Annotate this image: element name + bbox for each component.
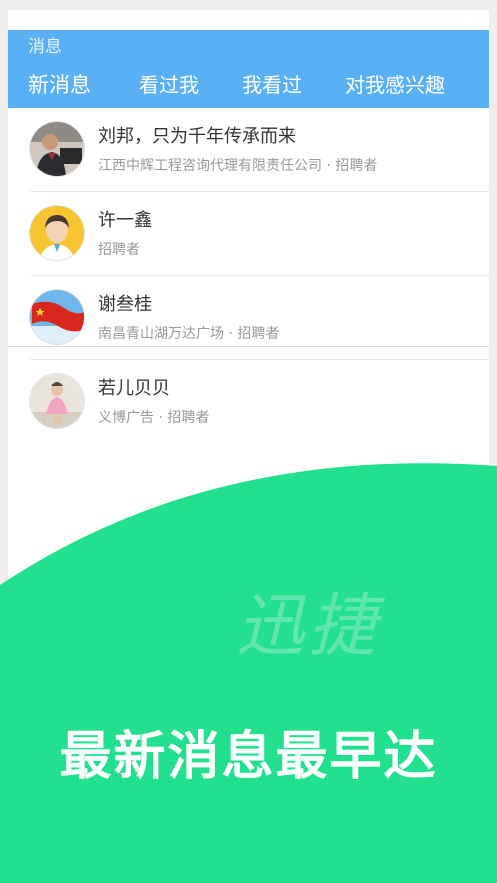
app-header: 消息 新消息 看过我 我看过 对我感兴趣 xyxy=(8,30,489,108)
tab-viewed-me[interactable]: 看过我 xyxy=(139,70,199,100)
page-title: 消息 xyxy=(28,37,62,57)
contact-company: 义博广告 · 招聘者 xyxy=(98,410,210,426)
list-item[interactable]: 许一鑫 招聘者 xyxy=(8,192,489,276)
list-item[interactable]: 若儿贝贝 义博广告 · 招聘者 xyxy=(8,360,489,444)
person-photo-avatar xyxy=(30,122,84,176)
contact-name: 刘邦，只为千年传承而来 xyxy=(98,126,296,147)
contact-company: 江西中辉工程咨询代理有限责任公司 · 招聘者 xyxy=(98,158,378,174)
red-flag-avatar xyxy=(30,290,84,344)
tab-new-messages[interactable]: 新消息 xyxy=(28,70,91,100)
tab-bar: 新消息 看过我 我看过 对我感兴趣 xyxy=(8,68,489,108)
child-photo-avatar xyxy=(30,374,84,428)
list-item[interactable]: 谢叁桂 南昌青山湖万达广场 · 招聘者 xyxy=(8,276,489,360)
contact-role: 招聘者 xyxy=(98,242,140,258)
list-bottom-border xyxy=(8,346,489,347)
cartoon-man-avatar xyxy=(30,206,84,260)
tab-interested-in-me[interactable]: 对我感兴趣 xyxy=(345,70,445,100)
tab-i-viewed[interactable]: 我看过 xyxy=(242,70,302,100)
contact-name: 谢叁桂 xyxy=(98,294,152,315)
list-item[interactable]: 刘邦，只为千年传承而来 江西中辉工程咨询代理有限责任公司 · 招聘者 xyxy=(8,108,489,192)
contact-name: 许一鑫 xyxy=(98,210,152,231)
app-screen: 消息 新消息 看过我 我看过 对我感兴趣 刘邦，只为千年传承而来 江西中辉工程咨… xyxy=(8,10,489,883)
contact-name: 若儿贝贝 xyxy=(98,378,170,399)
contact-company: 南昌青山湖万达广场 · 招聘者 xyxy=(98,326,280,342)
message-list: 刘邦，只为千年传承而来 江西中辉工程咨询代理有限责任公司 · 招聘者 许一鑫 招… xyxy=(8,108,489,444)
